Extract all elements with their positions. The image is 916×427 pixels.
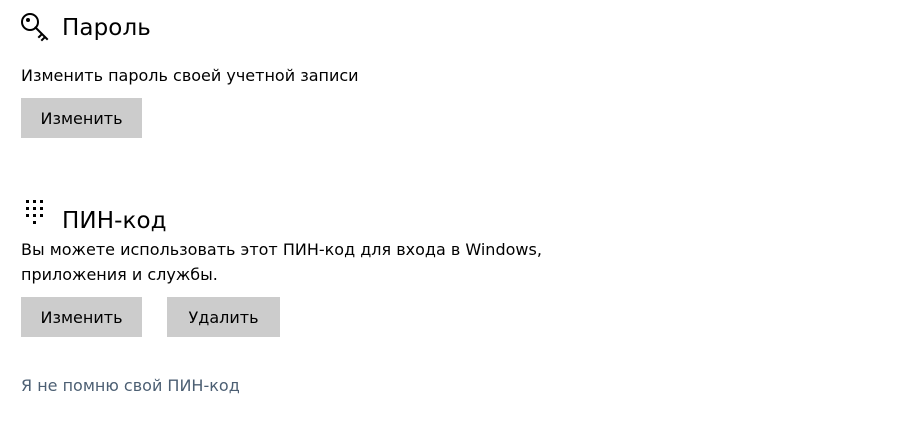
pin-header: ПИН-код [20,194,167,234]
pin-description-line2: приложения и службы. [21,265,218,284]
change-pin-button[interactable]: Изменить [21,297,142,337]
forgot-pin-link[interactable]: Я не помню свой ПИН-код [21,374,240,398]
key-icon [20,12,52,44]
password-description: Изменить пароль своей учетной записи [21,66,359,85]
pin-title: ПИН-код [62,208,167,234]
pin-description-line1: Вы можете использовать этот ПИН-код для … [21,240,542,259]
change-password-button[interactable]: Изменить [21,98,142,138]
remove-pin-button[interactable]: Удалить [167,297,280,337]
password-title: Пароль [62,15,151,41]
password-header: Пароль [20,12,151,44]
sign-in-options-page: Пароль Изменить пароль своей учетной зап… [0,0,916,427]
dial-pad-icon [20,198,52,230]
